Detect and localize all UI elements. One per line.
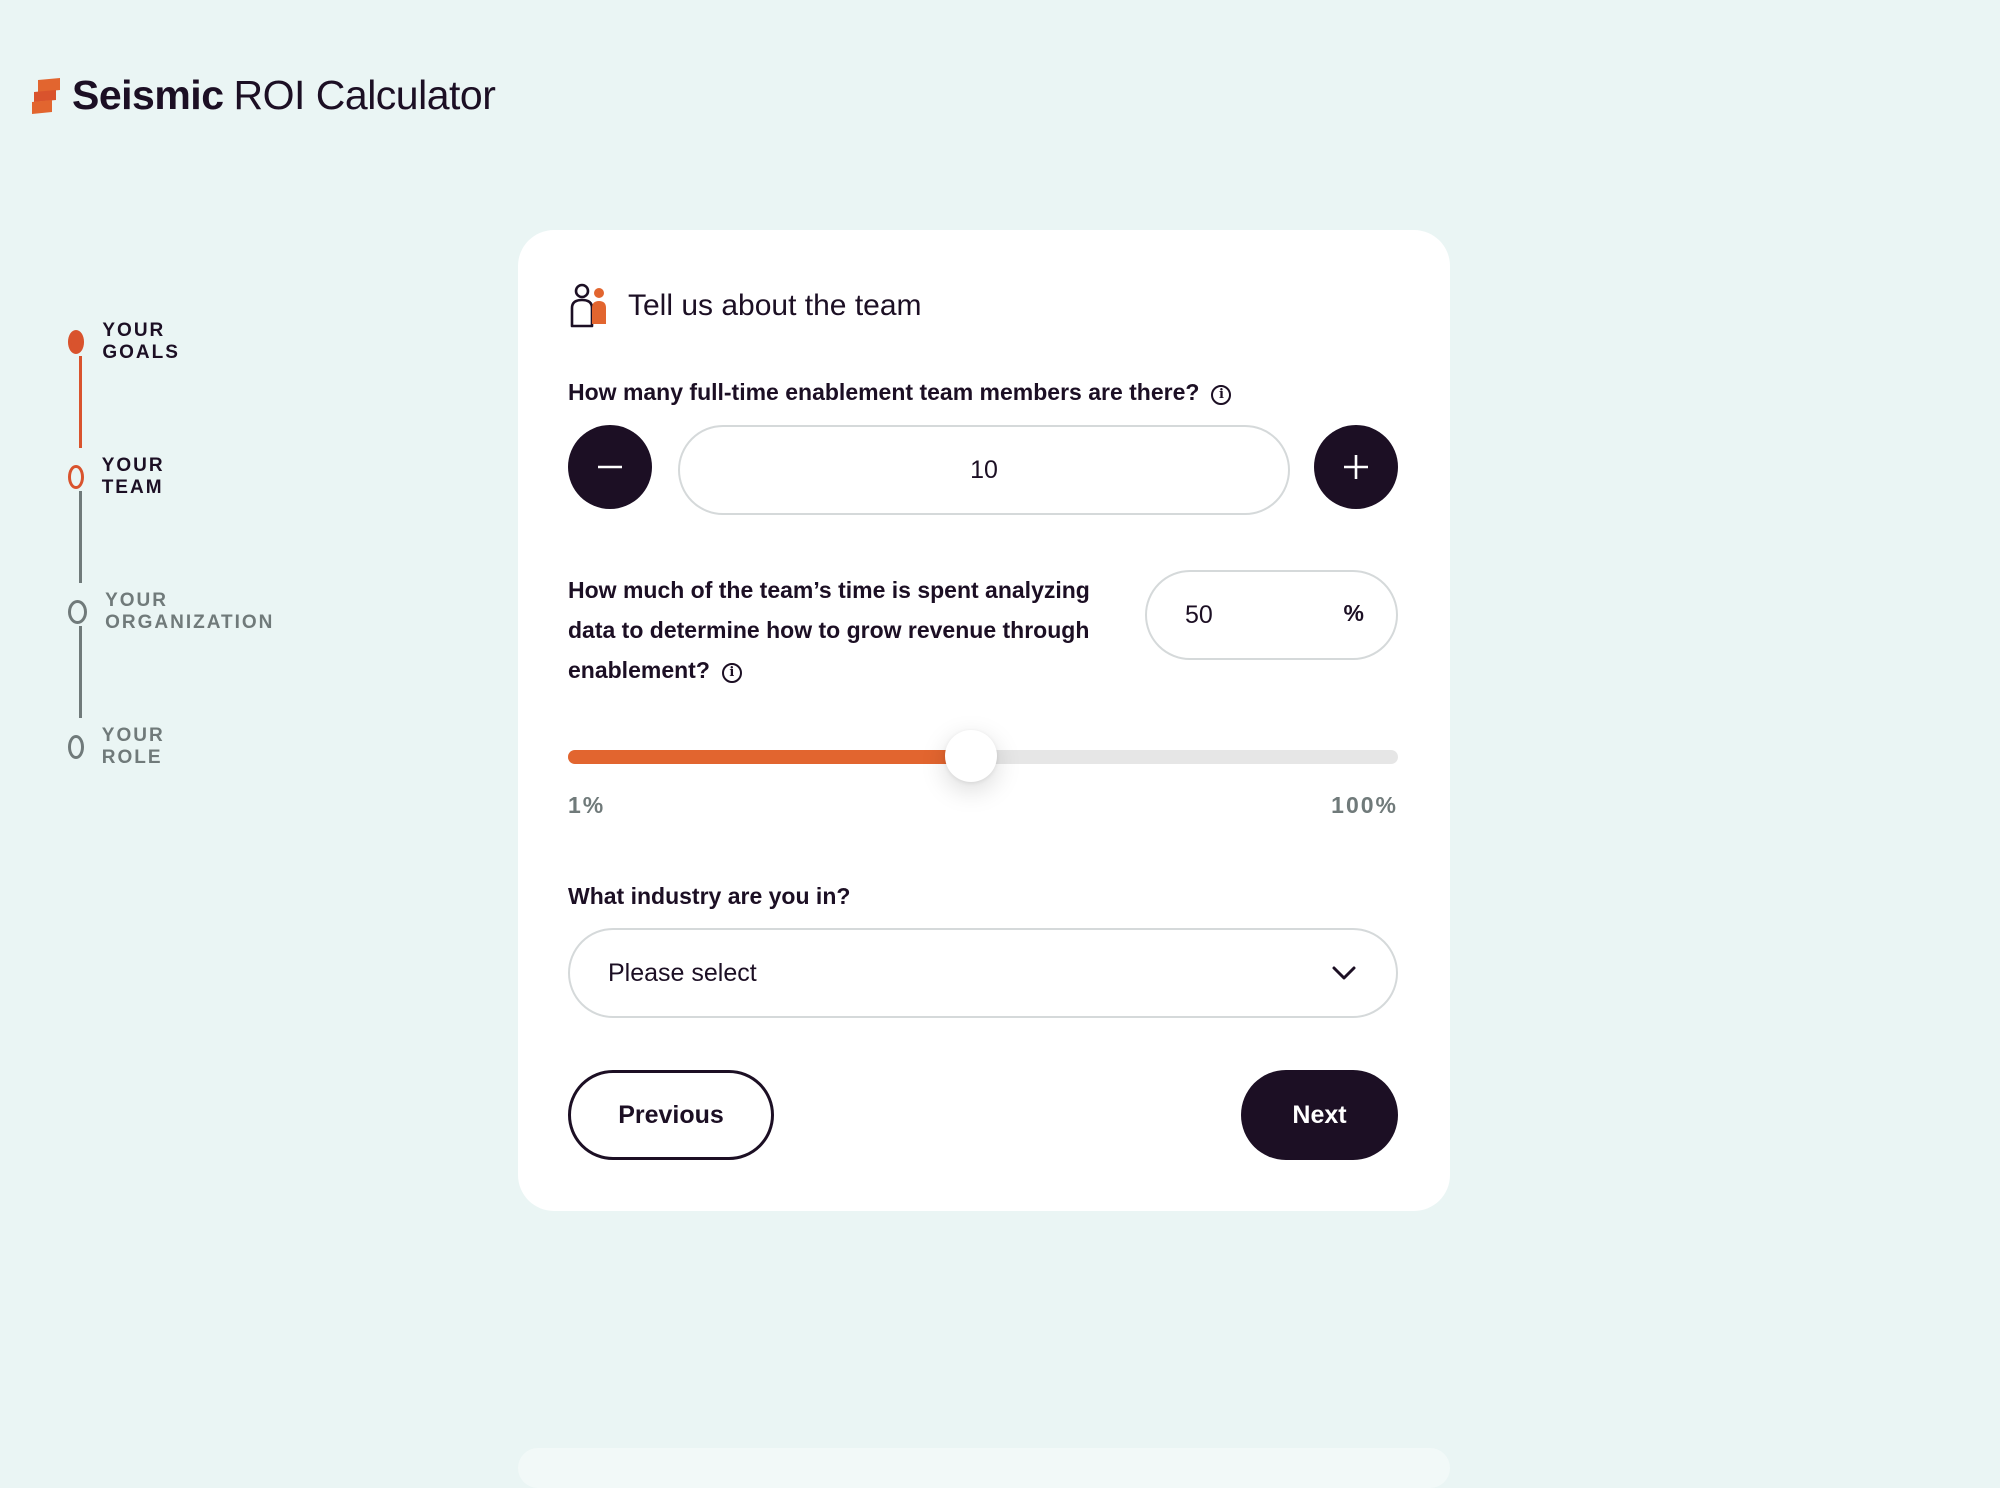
team-icon	[570, 283, 606, 328]
industry-question: What industry are you in?	[568, 876, 1398, 916]
time-percent-value: 50	[1185, 600, 1213, 629]
team-members-value: 10	[970, 455, 998, 484]
industry-select[interactable]: Please select	[568, 928, 1398, 1018]
slider-min-label: 1%	[568, 792, 606, 818]
plus-icon	[1344, 455, 1368, 479]
step-upcoming-icon	[68, 735, 84, 759]
time-percent-slider[interactable]	[568, 730, 1398, 782]
product-name: ROI Calculator	[233, 72, 496, 118]
stepper-connector-1	[79, 356, 82, 448]
step-your-organization[interactable]: YOUR ORGANIZATION	[68, 590, 279, 634]
increment-button[interactable]	[1314, 425, 1398, 509]
card-header: Tell us about the team	[568, 282, 922, 330]
team-form-card: Tell us about the team How many full-tim…	[518, 230, 1450, 1211]
time-percent-input[interactable]: 50 %	[1145, 570, 1398, 660]
info-icon[interactable]: i	[721, 663, 742, 683]
decrement-button[interactable]	[568, 425, 652, 509]
step-label: YOUR ROLE	[101, 725, 165, 768]
team-members-input[interactable]: 10	[678, 425, 1290, 515]
step-your-goals[interactable]: YOUR GOALS	[68, 320, 188, 364]
question-label: What industry are you in?	[568, 883, 851, 909]
seismic-logo-icon	[32, 77, 60, 114]
question-label: How much of the team’s time is spent ana…	[568, 577, 1090, 683]
step-complete-icon	[68, 330, 85, 354]
previous-button[interactable]: Previous	[568, 1070, 774, 1160]
next-button-label: Next	[1292, 1100, 1347, 1129]
slider-fill	[568, 750, 971, 764]
step-current-icon	[68, 465, 84, 489]
brand-name: Seismic	[72, 72, 224, 118]
info-icon[interactable]: i	[1211, 385, 1232, 405]
stepper-connector-3	[79, 626, 82, 718]
step-upcoming-icon	[68, 600, 88, 624]
next-section-card	[518, 1448, 1450, 1488]
percent-unit: %	[1343, 599, 1364, 626]
card-title: Tell us about the team	[628, 289, 922, 322]
time-analyzing-question: How much of the team’s time is spent ana…	[568, 570, 1128, 690]
previous-button-label: Previous	[618, 1100, 724, 1129]
chevron-down-icon	[1332, 966, 1356, 980]
next-button[interactable]: Next	[1241, 1070, 1398, 1160]
slider-thumb[interactable]	[945, 730, 997, 782]
app-logo[interactable]: Seismic ROI Calculator	[32, 72, 496, 119]
step-label: YOUR ORGANIZATION	[105, 590, 275, 633]
minus-icon	[598, 465, 622, 469]
slider-max-label: 100%	[1331, 792, 1398, 818]
team-members-question: How many full-time enablement team membe…	[568, 372, 1398, 412]
step-label: YOUR TEAM	[101, 455, 165, 498]
industry-select-value: Please select	[608, 958, 757, 987]
step-your-team[interactable]: YOUR TEAM	[68, 455, 173, 499]
question-label: How many full-time enablement team membe…	[568, 379, 1200, 405]
step-label: YOUR GOALS	[102, 320, 180, 363]
step-your-role[interactable]: YOUR ROLE	[68, 725, 173, 769]
stepper-connector-2	[79, 491, 82, 583]
